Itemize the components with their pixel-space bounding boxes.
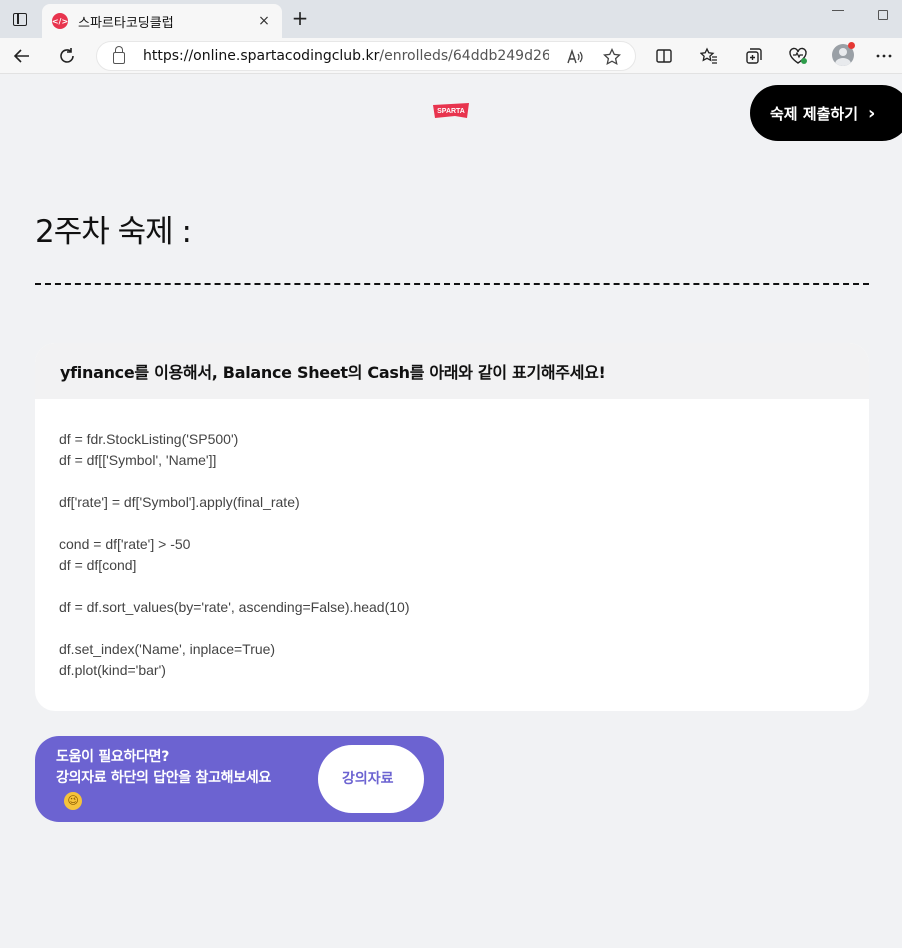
split-screen-icon[interactable]: [652, 44, 676, 68]
code-line: df = df[['Symbol', 'Name']]: [59, 452, 217, 468]
code-line: df.plot(kind='bar'): [59, 662, 166, 678]
page-content: SPARTA 숙제 제출하기 › 2주차 숙제 : yfinance를 이용해서…: [0, 75, 902, 944]
code-line: df = df.sort_values(by='rate', ascending…: [59, 599, 410, 615]
help-banner: 도움이 필요하다면? 강의자료 하단의 답안을 참고해보세요 😉 강의자료: [35, 736, 444, 822]
url-host: https://online.spartacodingclub.kr: [143, 48, 380, 64]
homework-card-title: yfinance를 이용해서, Balance Sheet의 Cash를 아래와…: [35, 343, 869, 399]
refresh-icon[interactable]: [55, 44, 79, 68]
more-options-icon[interactable]: [872, 44, 896, 68]
code-line: df['rate'] = df['Symbol'].apply(final_ra…: [59, 494, 300, 510]
favicon-icon: </>: [52, 13, 68, 29]
minimize-icon[interactable]: [832, 10, 844, 11]
wink-emoji-icon: 😉: [64, 792, 82, 810]
help-line-1: 도움이 필요하다면?: [56, 749, 170, 765]
favorite-star-icon[interactable]: [602, 47, 622, 67]
homework-card: yfinance를 이용해서, Balance Sheet의 Cash를 아래와…: [35, 343, 869, 711]
browser-essentials-icon[interactable]: [786, 44, 810, 68]
browser-tab-bar: </> 스파르타코딩클럽 × +: [0, 0, 902, 38]
tab-close-icon[interactable]: ×: [256, 13, 272, 29]
url-path: /enrolleds/64ddb249d26fd5c0...: [379, 48, 549, 64]
back-icon[interactable]: [10, 44, 34, 68]
dashed-divider: [35, 283, 869, 285]
maximize-icon[interactable]: [878, 10, 888, 20]
lecture-material-label: 강의자료: [342, 770, 394, 787]
read-aloud-icon[interactable]: [565, 47, 585, 67]
code-line: cond = df['rate'] > -50: [59, 536, 191, 552]
browser-toolbar: https://online.spartacodingclub.kr/enrol…: [0, 38, 902, 74]
tab-actions-icon[interactable]: [8, 8, 32, 30]
submit-homework-label: 숙제 제출하기: [770, 104, 859, 123]
code-line: df.set_index('Name', inplace=True): [59, 641, 276, 657]
browser-tab[interactable]: </> 스파르타코딩클럽 ×: [42, 4, 282, 38]
address-bar[interactable]: https://online.spartacodingclub.kr/enrol…: [96, 41, 636, 71]
tab-title: 스파르타코딩클럽: [78, 15, 174, 31]
new-tab-button[interactable]: +: [289, 7, 311, 29]
help-text: 도움이 필요하다면? 강의자료 하단의 답안을 참고해보세요 😉: [56, 747, 271, 811]
code-line: df = fdr.StockListing('SP500'): [59, 431, 239, 447]
help-line-2: 강의자료 하단의 답안을 참고해보세요: [56, 770, 272, 786]
submit-homework-button[interactable]: 숙제 제출하기 ›: [750, 85, 902, 141]
chevron-right-icon: ›: [868, 102, 876, 124]
url-text: https://online.spartacodingclub.kr/enrol…: [143, 48, 549, 64]
collections-icon[interactable]: [742, 44, 766, 68]
logo-text: SPARTA: [437, 108, 465, 115]
code-block: df = fdr.StockListing('SP500') df = df[[…: [35, 399, 869, 681]
favorites-icon[interactable]: [697, 44, 721, 68]
lock-icon[interactable]: [113, 46, 125, 64]
notification-dot: [848, 42, 855, 49]
lecture-material-button[interactable]: 강의자료: [318, 745, 424, 813]
code-line: df = df[cond]: [59, 557, 137, 573]
sparta-logo[interactable]: SPARTA: [431, 102, 471, 120]
page-title: 2주차 숙제 :: [35, 214, 192, 250]
